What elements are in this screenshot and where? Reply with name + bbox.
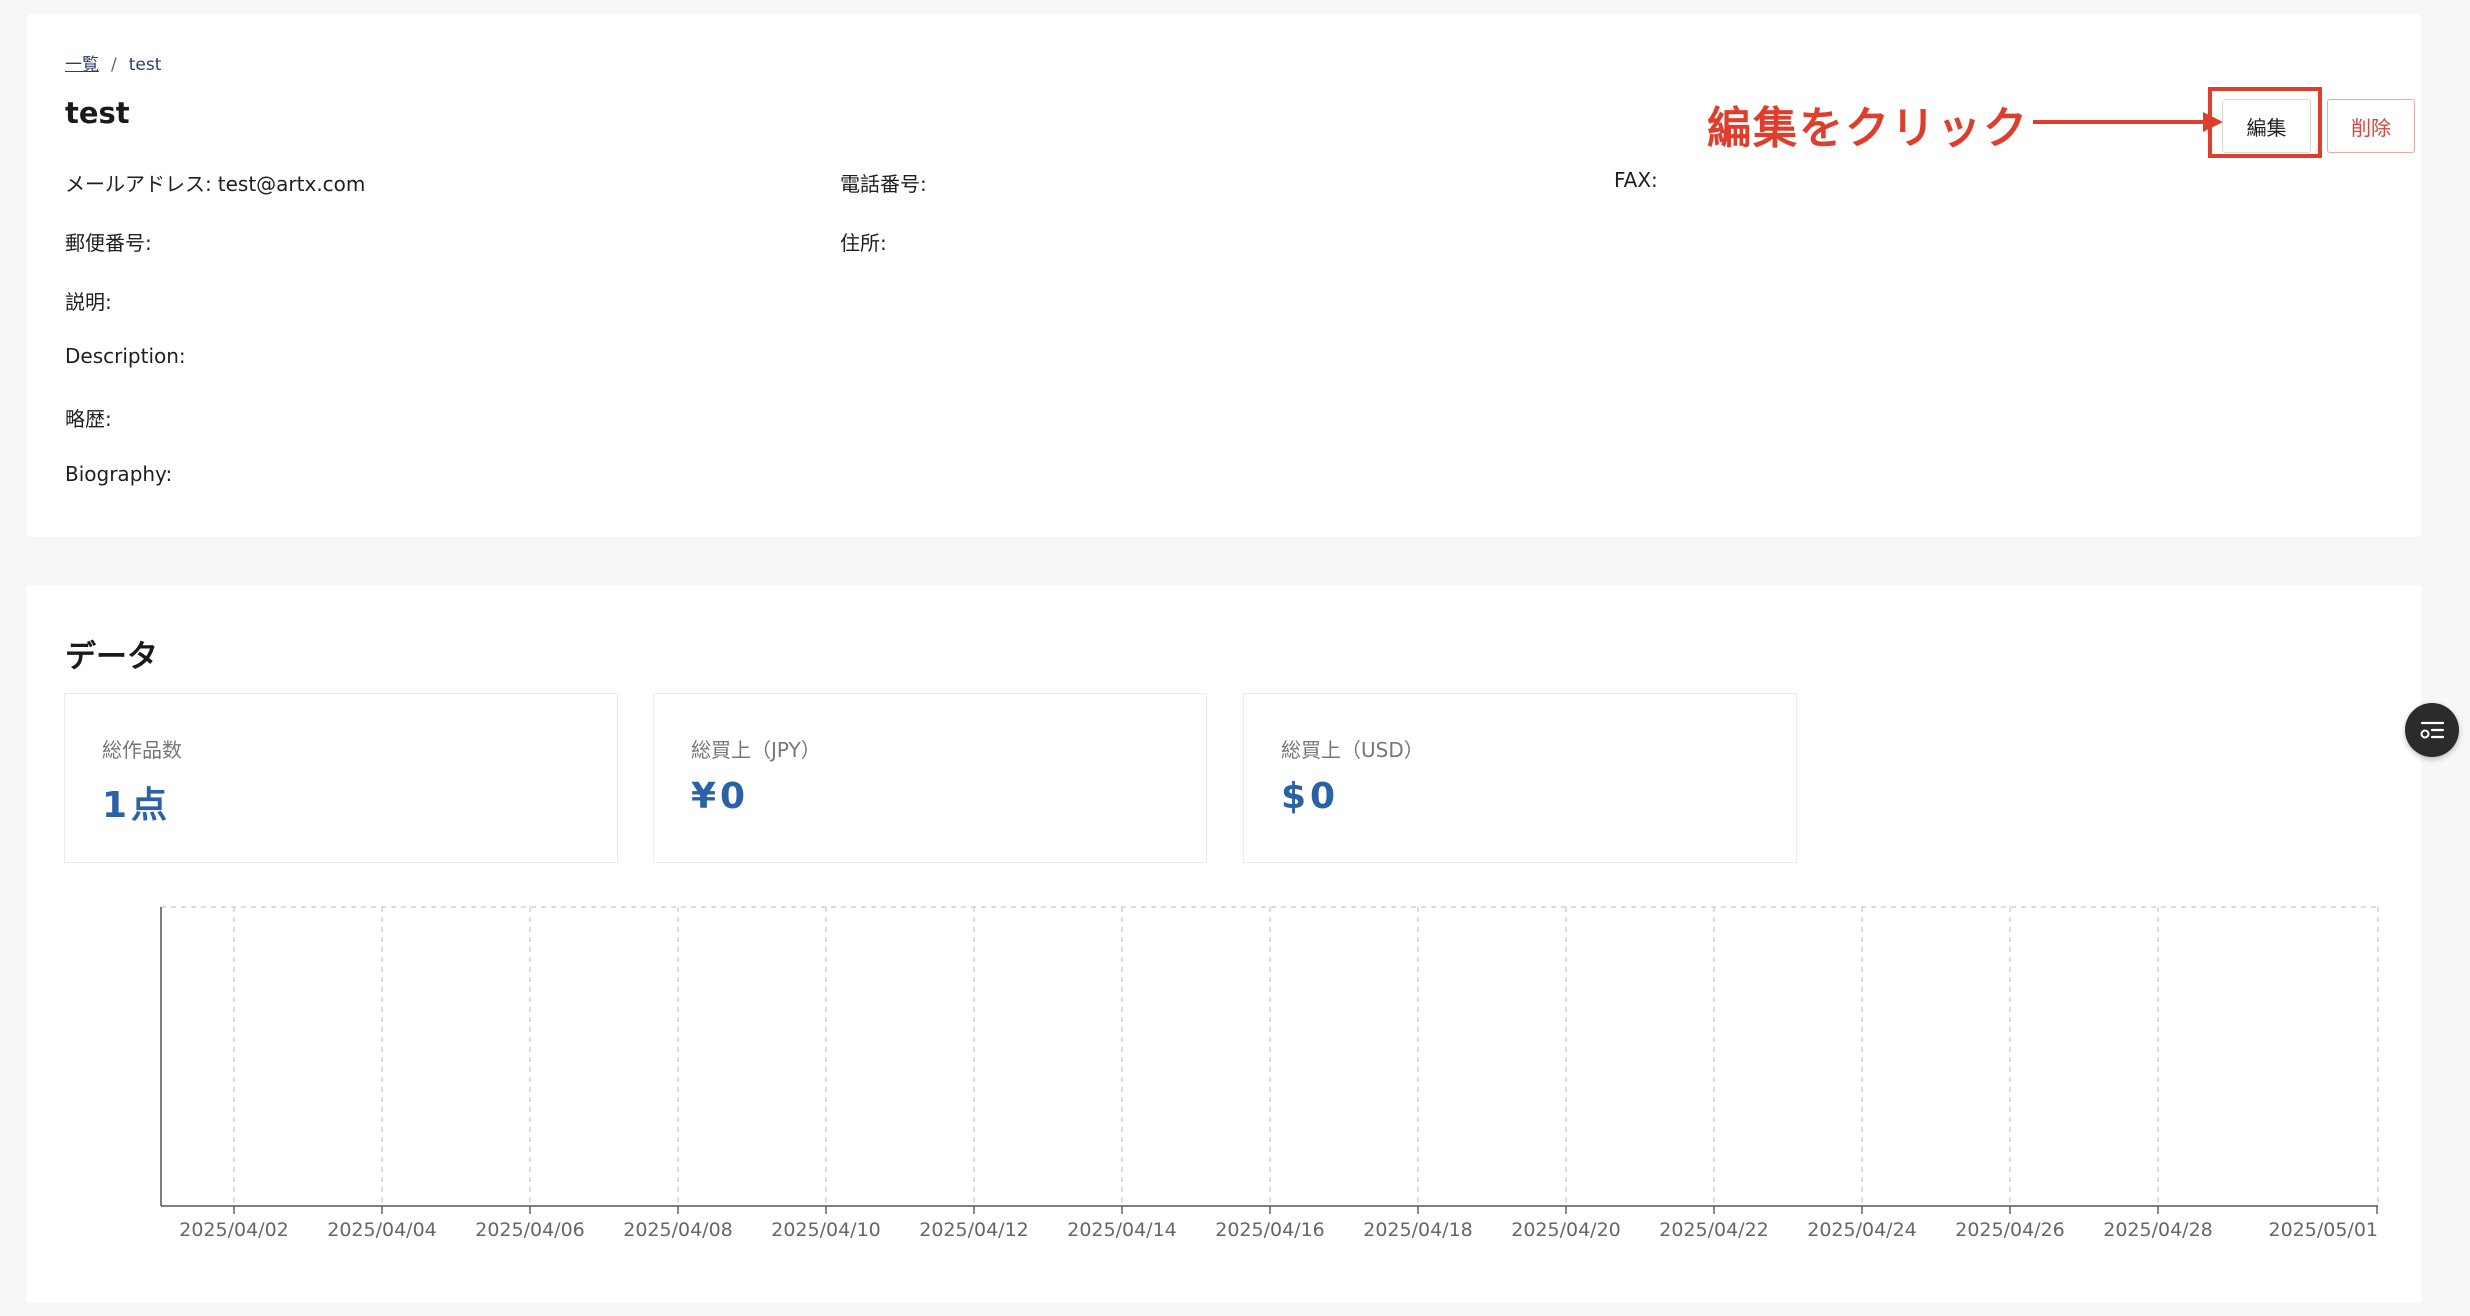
- chart-x-tick-label: 2025/04/26: [1955, 1219, 2065, 1241]
- list-settings-icon: [2420, 721, 2445, 739]
- chart-x-tick-label: 2025/04/12: [919, 1219, 1029, 1241]
- breadcrumb: 一覧 / test: [65, 50, 161, 75]
- chart-x-tick-label: 2025/05/01: [2268, 1219, 2378, 1241]
- chart-x-tick-label: 2025/04/22: [1659, 1219, 1769, 1241]
- description-en-field: Description:: [65, 344, 186, 368]
- chart-x-tick-label: 2025/04/02: [179, 1219, 289, 1241]
- page-title: test: [65, 96, 130, 130]
- data-card: データ 総作品数 1点 総買上（JPY） ¥0 総買上（USD） $0 2025…: [27, 585, 2421, 1303]
- sales-chart: 2025/04/02 2025/04/04 2025/04/06 2025/04/08…: [160, 906, 2379, 1241]
- chart-x-tick-label: 2025/04/20: [1511, 1219, 1621, 1241]
- fax-field: FAX:: [1614, 168, 1658, 192]
- description-en-label: Description:: [65, 344, 186, 368]
- email-value: test@artx.com: [217, 172, 366, 196]
- address-label: 住所:: [840, 231, 887, 255]
- chart-x-tick-label: 2025/04/08: [623, 1219, 733, 1241]
- bio-en-label: Biography:: [65, 462, 173, 486]
- description-ja-field: 説明:: [65, 286, 112, 315]
- breadcrumb-list-link[interactable]: 一覧: [65, 55, 99, 75]
- chart-x-tick-label: 2025/04/04: [327, 1219, 437, 1241]
- breadcrumb-separator: /: [111, 55, 117, 75]
- chart-x-tick-label: 2025/04/10: [771, 1219, 881, 1241]
- profile-card: 一覧 / test test メールアドレス: test@artx.com 電話番号:…: [27, 14, 2421, 537]
- address-field: 住所:: [840, 227, 887, 256]
- bio-en-field: Biography:: [65, 462, 172, 486]
- annotation-highlight-box: [2208, 87, 2322, 158]
- postal-field: 郵便番号:: [65, 227, 152, 256]
- list-settings-fab[interactable]: [2405, 703, 2459, 757]
- annotation-text: 編集をクリック: [1707, 103, 2029, 154]
- chart-x-tick-label: 2025/04/14: [1067, 1219, 1177, 1241]
- description-ja-label: 説明:: [65, 290, 112, 314]
- chart-x-tick-label: 2025/04/18: [1363, 1219, 1473, 1241]
- annotation-arrow-icon: [2033, 112, 2223, 132]
- email-field: メールアドレス: test@artx.com: [65, 168, 365, 197]
- delete-button[interactable]: 削除: [2327, 99, 2415, 153]
- bio-ja-field: 略歴:: [65, 403, 112, 432]
- bio-ja-label: 略歴:: [65, 407, 112, 431]
- breadcrumb-current: test: [128, 55, 162, 75]
- email-label: メールアドレス:: [65, 172, 212, 196]
- chart-x-tick-label: 2025/04/16: [1215, 1219, 1325, 1241]
- phone-label: 電話番号:: [840, 172, 927, 196]
- phone-field: 電話番号:: [840, 168, 927, 197]
- fax-label: FAX:: [1614, 168, 1658, 192]
- postal-label: 郵便番号:: [65, 231, 152, 255]
- chart-x-tick-label: 2025/04/28: [2103, 1219, 2213, 1241]
- chart-x-tick-label: 2025/04/06: [475, 1219, 585, 1241]
- chart-x-tick-label: 2025/04/24: [1807, 1219, 1917, 1241]
